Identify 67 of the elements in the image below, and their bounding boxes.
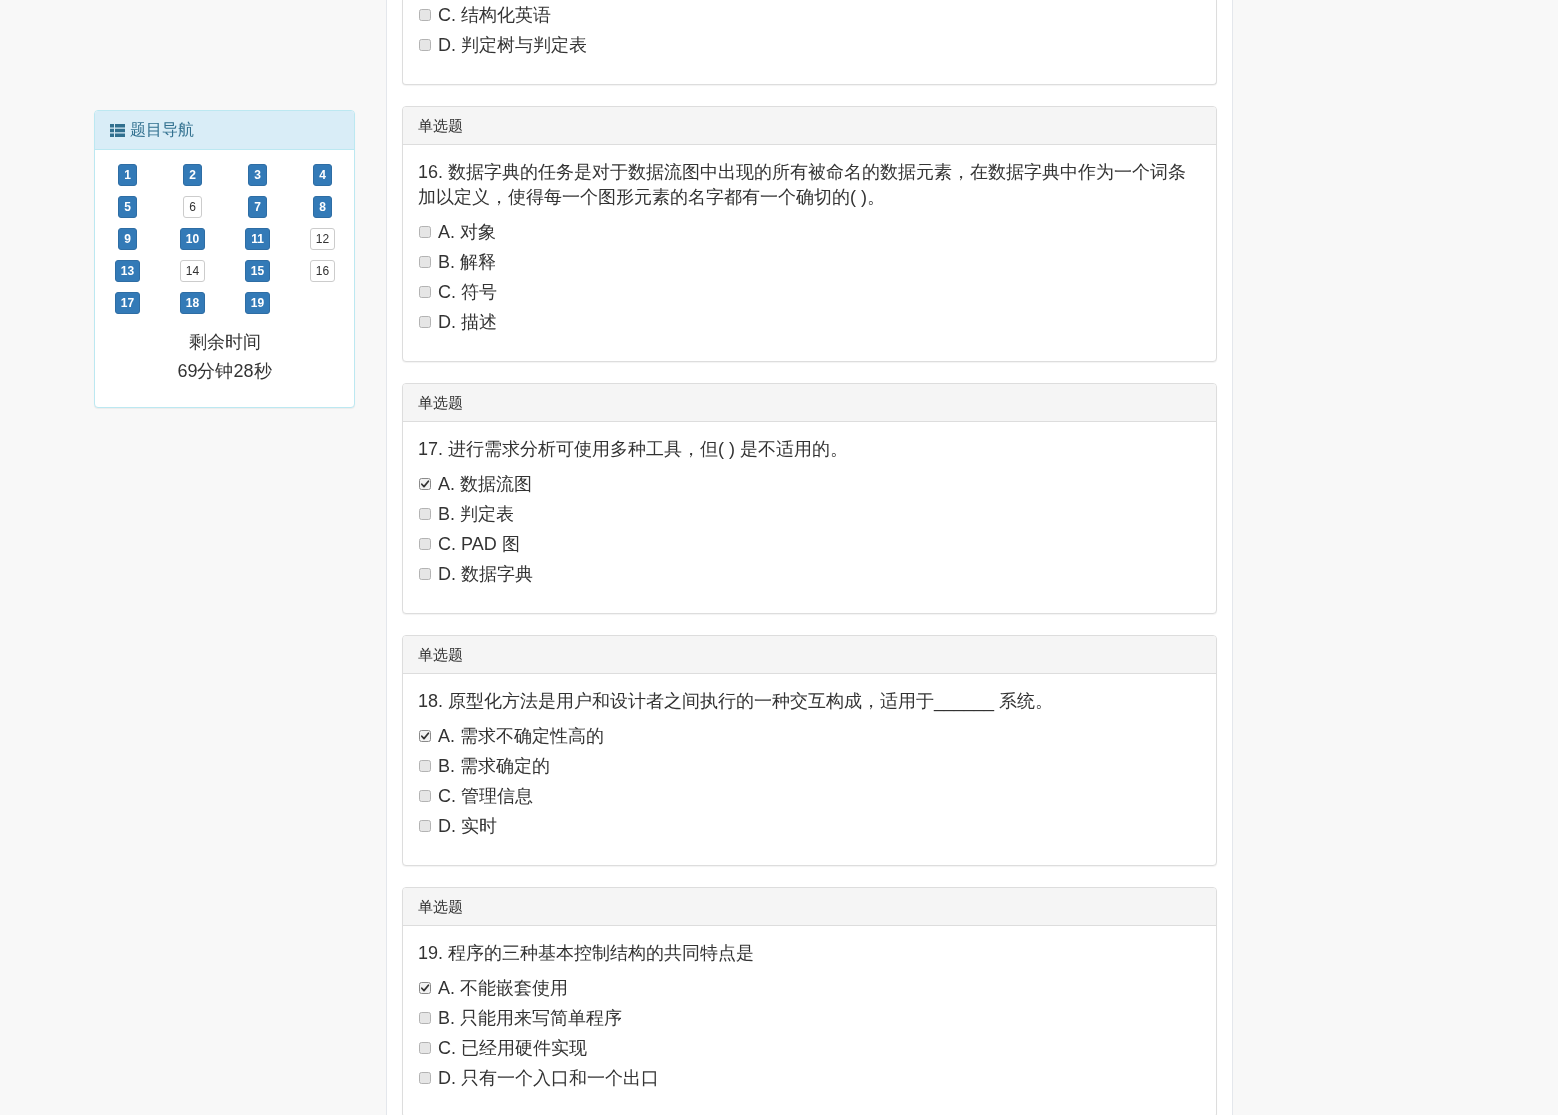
question-text: 19. 程序的三种基本控制结构的共同特点是 — [418, 942, 756, 965]
checkbox[interactable] — [419, 1012, 431, 1024]
checkbox[interactable] — [419, 730, 431, 742]
option-label[interactable]: C. 结构化英语 — [438, 4, 551, 26]
option-label[interactable]: D. 只有一个入口和一个出口 — [438, 1067, 659, 1089]
question-number-button[interactable]: 6 — [183, 196, 202, 218]
option-label[interactable]: D. 描述 — [438, 311, 497, 333]
checkbox[interactable] — [419, 982, 431, 994]
question-number-button[interactable]: 19 — [244, 292, 271, 314]
checkbox[interactable] — [419, 9, 431, 21]
option-label[interactable]: C. PAD 图 — [438, 533, 520, 555]
question-number-button[interactable]: 10 — [179, 228, 206, 250]
question-number-button[interactable]: 16 — [309, 260, 336, 282]
option-label[interactable]: B. 解释 — [438, 251, 496, 273]
question-number-button[interactable]: 12 — [309, 228, 336, 250]
question-number-button[interactable]: 13 — [114, 260, 141, 282]
option-label[interactable]: B. 判定表 — [438, 503, 514, 525]
question-number-button[interactable]: 14 — [179, 260, 206, 282]
checkbox[interactable] — [419, 226, 431, 238]
checkbox[interactable] — [419, 538, 431, 550]
option-label[interactable]: A. 不能嵌套使用 — [438, 977, 568, 999]
checkbox[interactable] — [419, 508, 431, 520]
time-label: 剩余时间 — [188, 331, 261, 354]
checkbox[interactable] — [419, 820, 431, 832]
question-number-button[interactable]: 11 — [245, 228, 270, 250]
list-icon — [110, 123, 125, 137]
checkbox[interactable] — [419, 478, 431, 490]
question-number-button[interactable]: 8 — [313, 196, 332, 218]
option-label[interactable]: D. 实时 — [438, 815, 497, 837]
option-label[interactable]: D. 数据字典 — [438, 563, 533, 585]
question-number-button[interactable]: 4 — [313, 164, 332, 186]
question-number-button[interactable]: 1 — [118, 164, 137, 186]
option-label[interactable]: A. 需求不确定性高的 — [438, 725, 604, 747]
question-number-button[interactable]: 2 — [183, 164, 202, 186]
option-label[interactable]: B. 只能用来写简单程序 — [438, 1007, 622, 1029]
card-heading: 单选题 — [403, 384, 1216, 422]
question-text: 16. 数据字典的任务是对于数据流图中出现的所有被命名的数据元素，在数据字典中作为一个词条加以定义，使得每一个图形元素的名字都有一个确切的( )。 — [418, 161, 1188, 209]
checkbox[interactable] — [419, 568, 431, 580]
question-number-button[interactable]: 18 — [179, 292, 206, 314]
question-number-button[interactable]: 9 — [118, 228, 137, 250]
checkbox[interactable] — [419, 790, 431, 802]
option-label[interactable]: C. 已经用硬件实现 — [438, 1037, 587, 1059]
card-heading: 单选题 — [403, 888, 1216, 926]
time-remaining: 69分钟28秒 — [177, 360, 272, 383]
question-number-button[interactable]: 17 — [114, 292, 141, 314]
option-label[interactable]: C. 符号 — [438, 281, 497, 303]
option-label[interactable]: D. 判定树与判定表 — [438, 34, 587, 56]
option-label[interactable]: A. 数据流图 — [438, 473, 532, 495]
question-text: 18. 原型化方法是用户和设计者之间执行的一种交互构成，适用于______ 系统。 — [418, 690, 1055, 714]
checkbox[interactable] — [419, 256, 431, 268]
option-label[interactable]: A. 对象 — [438, 221, 496, 243]
panel-title: 题目导航 — [130, 120, 194, 140]
question-number-button[interactable]: 15 — [244, 260, 271, 282]
question-number-button[interactable]: 3 — [248, 164, 267, 186]
card-heading: 单选题 — [403, 636, 1216, 674]
option-label[interactable]: C. 管理信息 — [438, 785, 533, 807]
checkbox[interactable] — [419, 286, 431, 298]
card-heading: 单选题 — [403, 107, 1216, 145]
checkbox[interactable] — [419, 316, 431, 328]
question-text: 17. 进行需求分析可使用多种工具，但( ) 是不适用的。 — [418, 438, 849, 461]
option-label[interactable]: B. 需求确定的 — [438, 755, 550, 777]
checkbox[interactable] — [419, 39, 431, 51]
question-number-button[interactable]: 7 — [248, 196, 267, 218]
question-number-button[interactable]: 5 — [118, 196, 137, 218]
checkbox[interactable] — [419, 760, 431, 772]
checkbox[interactable] — [419, 1042, 431, 1054]
checkbox[interactable] — [419, 1072, 431, 1084]
